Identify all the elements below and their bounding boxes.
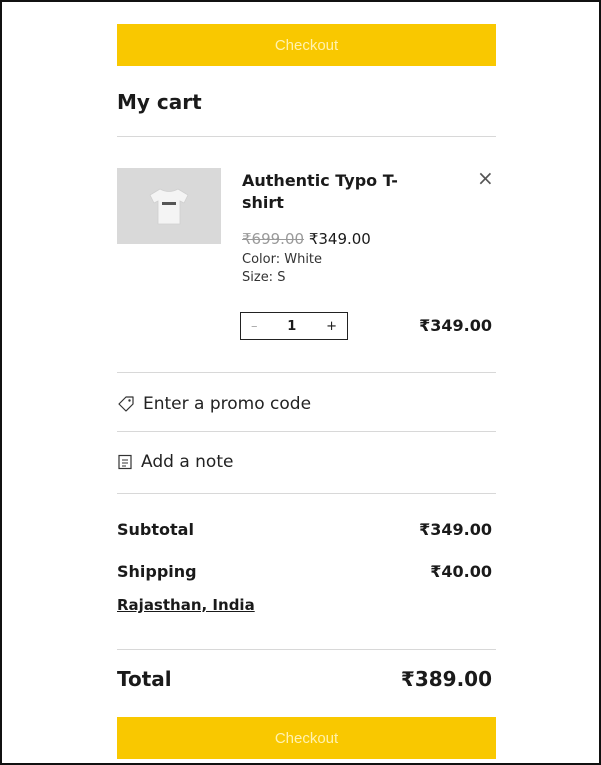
quantity-value: 1	[287, 318, 297, 334]
checkout-button-top[interactable]: Checkout	[117, 24, 496, 66]
divider	[117, 493, 496, 494]
product-image[interactable]	[117, 168, 221, 244]
add-note-label: Add a note	[141, 452, 234, 472]
promo-code-label: Enter a promo code	[143, 394, 312, 414]
subtotal-value: ₹349.00	[419, 520, 492, 539]
tshirt-icon	[149, 188, 189, 225]
promo-code-link[interactable]: Enter a promo code	[117, 394, 311, 414]
add-note-link[interactable]: Add a note	[117, 452, 233, 472]
subtotal-label: Subtotal	[117, 520, 194, 539]
shipping-label: Shipping	[117, 562, 197, 581]
divider	[117, 372, 496, 373]
total-label: Total	[117, 667, 172, 691]
original-price: ₹699.00	[242, 230, 305, 248]
note-icon	[118, 454, 132, 470]
product-name[interactable]: Authentic Typo T-shirt	[242, 170, 422, 214]
price-line: ₹699.00 ₹349.00	[242, 230, 371, 248]
product-color: Color: White	[242, 252, 323, 267]
product-size: Size: S	[242, 270, 286, 285]
remove-item-icon[interactable]: ×	[477, 168, 494, 188]
cart-title: My cart	[117, 90, 202, 114]
divider	[117, 431, 496, 432]
sale-price: ₹349.00	[308, 230, 371, 248]
shipping-value: ₹40.00	[430, 562, 492, 581]
quantity-stepper: – 1 +	[240, 312, 348, 340]
divider	[117, 649, 496, 650]
divider	[117, 136, 496, 137]
tag-icon	[118, 396, 134, 412]
line-total: ₹349.00	[419, 316, 492, 335]
checkout-button-bottom[interactable]: Checkout	[117, 717, 496, 759]
total-value: ₹389.00	[400, 667, 492, 691]
shipping-location-link[interactable]: Rajasthan, India	[117, 596, 255, 614]
increase-quantity-button[interactable]: +	[326, 319, 337, 334]
decrease-quantity-button[interactable]: –	[251, 319, 258, 334]
